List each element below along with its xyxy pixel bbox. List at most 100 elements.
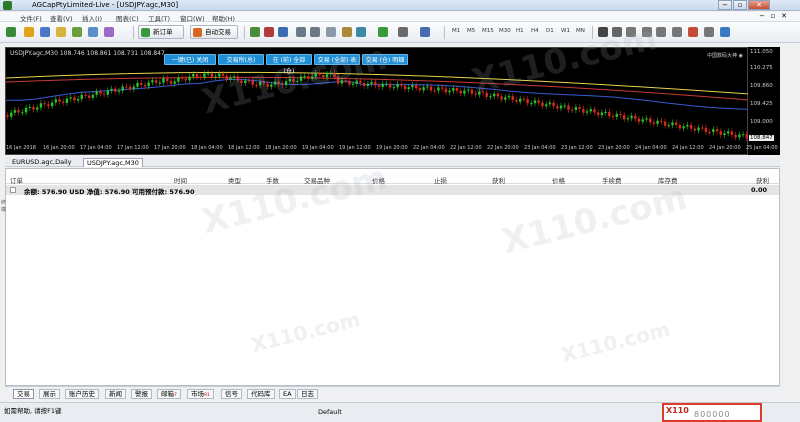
- tab-alerts[interactable]: 警报: [131, 389, 152, 399]
- auto-scroll-icon[interactable]: [356, 27, 366, 37]
- new-chart-icon[interactable]: [6, 27, 16, 37]
- candle-body: [50, 102, 54, 107]
- trade-panel-button-1[interactable]: 一键(已) 关闭: [164, 54, 216, 65]
- tab-label: 市场: [191, 390, 204, 398]
- chart-tab-usdjpy[interactable]: USDJPY.agc,M30: [83, 158, 143, 167]
- new-order-button[interactable]: 新订单: [138, 25, 184, 39]
- moving-average-line: [6, 78, 749, 110]
- candle-body: [258, 82, 262, 86]
- trade-panel-button-4[interactable]: 交易 (全部) 表: [314, 54, 360, 65]
- column-header-take-profit[interactable]: 获利: [492, 175, 505, 185]
- tab-account-history[interactable]: 账户历史: [65, 389, 99, 399]
- timeframe-d1[interactable]: D1: [546, 28, 554, 34]
- candle-body: [441, 87, 444, 89]
- tab-market[interactable]: 市场91: [187, 389, 214, 399]
- time-label: 24 Jan 20:00: [709, 145, 741, 151]
- column-header-order[interactable]: 订单: [10, 175, 23, 185]
- line-chart-icon[interactable]: [278, 27, 288, 37]
- column-header-time[interactable]: 时间: [174, 175, 187, 185]
- candle-body: [180, 77, 184, 79]
- candlestick-icon[interactable]: [264, 27, 274, 37]
- column-header-commission[interactable]: 手续费: [602, 175, 622, 185]
- trade-panel-button-3[interactable]: 在 (前) 全部 (仓): [266, 54, 312, 75]
- candle-body: [526, 99, 529, 104]
- timeframe-mn[interactable]: MN: [576, 28, 585, 34]
- trendline-icon[interactable]: [656, 27, 666, 37]
- column-header-price[interactable]: 价格: [372, 175, 385, 185]
- tab-journal[interactable]: 日志: [297, 389, 318, 399]
- tab-label: 展示: [43, 390, 56, 398]
- trade-panel-button-2[interactable]: 交易所(总): [218, 54, 264, 65]
- tile-windows-icon[interactable]: [326, 27, 336, 37]
- time-label: 19 Jan 12:00: [339, 145, 371, 151]
- column-header-type[interactable]: 类型: [228, 175, 241, 185]
- timeframe-m5[interactable]: M5: [467, 28, 475, 34]
- tab-trade[interactable]: 交易: [13, 389, 34, 399]
- column-header-lots[interactable]: 手数: [266, 175, 279, 185]
- trade-panel-button-5[interactable]: 交易 (仓) 明细: [362, 54, 408, 65]
- collapse-icon[interactable]: [10, 187, 16, 193]
- timeframe-m30[interactable]: M30: [499, 28, 511, 34]
- timeframe-m1[interactable]: M1: [452, 28, 460, 34]
- indicators-icon[interactable]: [378, 27, 388, 37]
- candle-body: [177, 77, 180, 82]
- text-label-icon[interactable]: [704, 27, 714, 37]
- zoom-in-icon[interactable]: [296, 27, 306, 37]
- navigator-icon[interactable]: [72, 27, 82, 37]
- column-header-symbol[interactable]: 交易品种: [304, 175, 330, 185]
- child-restore-button[interactable]: ▫: [768, 12, 778, 21]
- auto-trading-icon: [193, 28, 202, 37]
- candle-body: [701, 127, 704, 129]
- column-header-stop-loss[interactable]: 止损: [434, 175, 447, 185]
- candle-body: [288, 79, 291, 82]
- terminal-icon[interactable]: [88, 27, 98, 37]
- horizontal-line-icon[interactable]: [642, 27, 652, 37]
- timeframe-m15[interactable]: M15: [482, 28, 494, 34]
- tab-experts[interactable]: EA: [279, 389, 296, 399]
- tab-label: 信号: [225, 390, 238, 398]
- auto-trading-button[interactable]: 自动交易: [190, 25, 238, 39]
- strategy-tester-icon[interactable]: [104, 27, 114, 37]
- candle-body: [515, 100, 518, 102]
- balance-summary-row[interactable]: 余额: 576.90 USD 净值: 576.90 可用预付款: 576.90 …: [6, 185, 779, 196]
- data-window-icon[interactable]: [56, 27, 66, 37]
- templates-icon[interactable]: [420, 27, 430, 37]
- candle-body: [310, 76, 314, 79]
- price-chart[interactable]: USDJPY.agc,M30 108.746 108.861 108.731 1…: [5, 47, 749, 155]
- time-label: 16 Jan 2018: [6, 145, 36, 151]
- market-watch-icon[interactable]: [40, 27, 50, 37]
- periods-icon[interactable]: [398, 27, 408, 37]
- tab-exposure[interactable]: 展示: [39, 389, 60, 399]
- candle-body: [377, 85, 381, 87]
- timeframe-h1[interactable]: H1: [516, 28, 524, 34]
- channel-icon[interactable]: [672, 27, 682, 37]
- vertical-line-icon[interactable]: [626, 27, 636, 37]
- child-close-button[interactable]: ✕: [779, 12, 789, 21]
- tab-signals[interactable]: 信号: [221, 389, 242, 399]
- chart-shift-icon[interactable]: [342, 27, 352, 37]
- zoom-out-icon[interactable]: [310, 27, 320, 37]
- chart-tab-eurusd[interactable]: EURUSD.agc,Daily: [9, 158, 75, 167]
- crosshair-icon[interactable]: [612, 27, 622, 37]
- candle-body: [374, 81, 377, 86]
- tab-mailbox[interactable]: 邮箱7: [157, 389, 181, 399]
- timeframe-h4[interactable]: H4: [531, 28, 539, 34]
- timeframe-w1[interactable]: W1: [561, 28, 570, 34]
- child-minimize-button[interactable]: −: [757, 12, 767, 21]
- tab-news[interactable]: 新闻: [105, 389, 126, 399]
- candle-body: [489, 96, 492, 98]
- tab-code-base[interactable]: 代码库: [247, 389, 275, 399]
- cursor-icon[interactable]: [598, 27, 608, 37]
- column-header-current-price[interactable]: 价格: [552, 175, 565, 185]
- arrows-icon[interactable]: [720, 27, 730, 37]
- close-button[interactable]: ✕: [748, 0, 770, 10]
- profiles-icon[interactable]: [24, 27, 34, 37]
- candle-body: [166, 78, 169, 82]
- fibonacci-icon[interactable]: [688, 27, 698, 37]
- column-header-swap[interactable]: 库存费: [658, 175, 678, 185]
- minimize-button[interactable]: −: [718, 0, 732, 10]
- column-header-profit[interactable]: 获利: [756, 175, 769, 185]
- maximize-button[interactable]: ▫: [733, 0, 747, 10]
- bar-chart-icon[interactable]: [250, 27, 260, 37]
- candle-body: [255, 85, 258, 86]
